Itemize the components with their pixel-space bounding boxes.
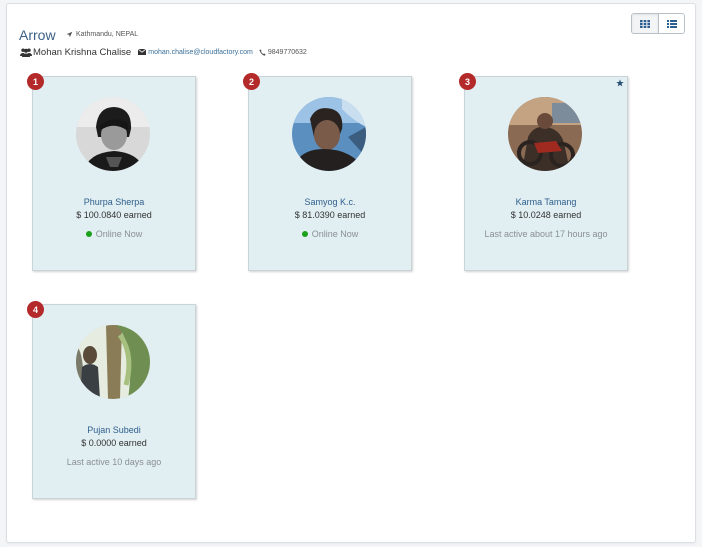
worker-card[interactable]: 2 Samyog K.c. $ 81.0390 earned Online No… <box>243 73 412 271</box>
avatar-photo-icon <box>76 97 150 171</box>
team-location-text: Kathmandu, NEPAL <box>76 31 139 38</box>
worker-earned: $ 10.0248 earned <box>510 210 582 220</box>
list-view-button[interactable] <box>658 14 684 33</box>
worker-name-link[interactable]: Samyog K.c. <box>249 197 411 207</box>
online-dot-icon <box>301 231 308 237</box>
contact-row: Mohan Krishna Chalise mohan.chalise@clou… <box>20 46 307 58</box>
envelope-icon <box>138 49 147 55</box>
manager-name: Mohan Krishna Chalise <box>33 46 132 58</box>
rank-badge: 3 <box>459 73 476 90</box>
rank-badge: 1 <box>27 73 44 90</box>
worker-status-text: Last active about 17 hours ago <box>484 229 608 239</box>
list-icon <box>666 19 677 28</box>
worker-card[interactable]: 4 Pujan Subedi $ 0.0000 earned Last acti… <box>27 301 196 499</box>
worker-card[interactable]: 3 Karma Tamang $ 10.0248 earned Last act… <box>459 73 628 271</box>
location-arrow-icon <box>66 31 73 38</box>
online-dot-icon <box>85 231 92 237</box>
worker-earned: $ 100.0840 earned <box>76 210 152 220</box>
worker-status-text: Online Now <box>95 229 143 239</box>
team-location: Kathmandu, NEPAL <box>66 31 138 38</box>
grid-icon <box>640 19 650 28</box>
worker-status-text: Last active 10 days ago <box>66 457 162 467</box>
worker-card[interactable]: 1 Phurpa Sherpa $ 100.0840 earned Online… <box>27 73 196 271</box>
avatar-photo-icon <box>508 97 582 171</box>
worker-avatar[interactable] <box>76 97 150 171</box>
worker-status: Online Now <box>33 229 195 239</box>
worker-earned: $ 81.0390 earned <box>294 210 366 220</box>
worker-name-link[interactable]: Pujan Subedi <box>33 425 195 435</box>
rank-badge: 2 <box>243 73 260 90</box>
worker-avatar[interactable] <box>508 97 582 171</box>
manager-email-link[interactable]: mohan.chalise@cloudfactory.com <box>148 49 253 56</box>
worker-status: Last active 10 days ago <box>33 457 195 467</box>
worker-status-text: Online Now <box>311 229 359 239</box>
worker-name-link[interactable]: Karma Tamang <box>465 197 627 207</box>
worker-status: Online Now <box>249 229 411 239</box>
worker-avatar[interactable] <box>76 325 150 399</box>
worker-avatar[interactable] <box>292 97 366 171</box>
grid-view-button[interactable] <box>632 14 658 33</box>
worker-status: Last active about 17 hours ago <box>465 229 627 239</box>
avatar-photo-icon <box>76 325 150 399</box>
worker-name-link[interactable]: Phurpa Sherpa <box>33 197 195 207</box>
view-toggle <box>631 13 685 34</box>
star-icon[interactable] <box>616 79 624 87</box>
team-name[interactable]: Arrow <box>19 27 56 43</box>
users-icon <box>20 48 32 57</box>
avatar-photo-icon <box>292 97 366 171</box>
worker-earned: $ 0.0000 earned <box>81 438 147 448</box>
manager-phone: 9849770632 <box>267 48 307 56</box>
phone-icon <box>259 48 266 56</box>
rank-badge: 4 <box>27 301 44 318</box>
